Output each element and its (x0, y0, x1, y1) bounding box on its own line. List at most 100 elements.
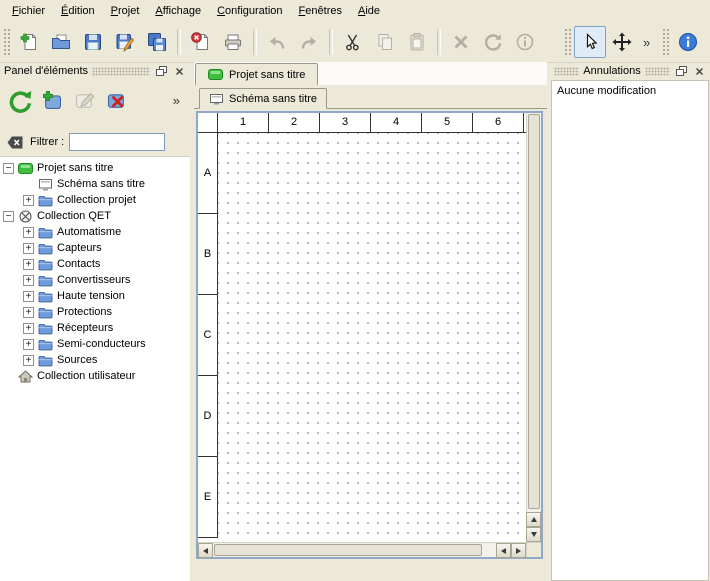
collapse-icon[interactable]: − (3, 211, 14, 222)
tree-item-convertisseurs[interactable]: + Convertisseurs (0, 272, 190, 288)
vertical-scrollbar[interactable] (526, 113, 541, 542)
tab-schema-sans-titre[interactable]: Schéma sans titre (199, 88, 327, 109)
move-tool-button[interactable] (606, 26, 638, 58)
tree-item-semi-conducteurs[interactable]: + Semi-conducteurs (0, 336, 190, 352)
float-panel-button[interactable] (674, 65, 688, 78)
expand-icon[interactable]: + (23, 291, 34, 302)
tree-item-sources[interactable]: + Sources (0, 352, 190, 368)
qet-collection-icon (18, 210, 33, 223)
about-element-button[interactable] (509, 26, 541, 58)
menu-fichier[interactable]: Fichier (4, 2, 53, 20)
tab-projet-sans-titre[interactable]: Projet sans titre (195, 63, 318, 85)
rotate-button[interactable] (477, 26, 509, 58)
close-panel-button[interactable] (692, 65, 706, 78)
undo-panel-title: Annulations (583, 65, 641, 77)
folder-icon (38, 274, 53, 287)
new-element-button[interactable] (39, 87, 66, 114)
horizontal-scrollbar[interactable] (198, 542, 526, 557)
copy-button[interactable] (369, 26, 401, 58)
folder-icon (38, 226, 53, 239)
save-all-button[interactable] (141, 26, 173, 58)
tree-item-label: Récepteurs (57, 322, 113, 334)
undo-panel-titlebar[interactable]: Annulations (550, 62, 710, 80)
scroll-right-button[interactable] (511, 543, 526, 558)
elements-toolbar-overflow-button[interactable]: » (168, 93, 185, 108)
info-button[interactable] (672, 26, 704, 58)
expand-icon[interactable]: + (23, 275, 34, 286)
undo-button[interactable] (261, 26, 293, 58)
select-tool-button[interactable] (574, 26, 606, 58)
tree-item-contacts[interactable]: + Contacts (0, 256, 190, 272)
close-panel-button[interactable] (172, 65, 186, 78)
redo-button[interactable] (293, 26, 325, 58)
expand-icon[interactable]: + (23, 243, 34, 254)
scroll-up-button[interactable] (526, 512, 541, 527)
menu-projet[interactable]: Projet (103, 2, 148, 20)
elements-panel: Panel d'éléments (0, 62, 190, 581)
vertical-scroll-buttons (526, 512, 541, 542)
toolbar-overflow-button[interactable]: » (638, 35, 655, 50)
toolbar-drag-handle[interactable] (662, 28, 669, 56)
expand-icon[interactable]: + (23, 307, 34, 318)
menu-fenetres[interactable]: Fenêtres (291, 2, 350, 20)
close-project-button[interactable] (185, 26, 217, 58)
tree-item-schema-sans-titre[interactable]: Schéma sans titre (0, 176, 190, 192)
cursor-arrow-icon (579, 31, 601, 53)
undo-history-list[interactable]: Aucune modification (551, 80, 709, 581)
filter-input[interactable] (69, 133, 165, 151)
toolbar-drag-handle[interactable] (3, 28, 10, 56)
new-project-button[interactable] (13, 26, 45, 58)
tree-item-haute-tension[interactable]: + Haute tension (0, 288, 190, 304)
expand-icon[interactable]: + (23, 227, 34, 238)
schema-canvas[interactable] (218, 133, 526, 542)
tree-item-automatisme[interactable]: + Automatisme (0, 224, 190, 240)
tree-item-recepteurs[interactable]: + Récepteurs (0, 320, 190, 336)
ruler-column: 5 (422, 113, 473, 133)
expand-icon[interactable]: + (23, 195, 34, 206)
tree-item-label: Collection utilisateur (37, 370, 135, 382)
paste-button[interactable] (401, 26, 433, 58)
menu-aide[interactable]: Aide (350, 2, 388, 20)
delete-button[interactable] (445, 26, 477, 58)
expand-icon[interactable]: + (23, 259, 34, 270)
expand-icon[interactable]: + (23, 355, 34, 366)
folder-icon (38, 306, 53, 319)
print-button[interactable] (217, 26, 249, 58)
folder-icon (38, 338, 53, 351)
collapse-icon[interactable]: − (3, 163, 14, 174)
tree-item-collection-utilisateur[interactable]: Collection utilisateur (0, 368, 190, 384)
save-as-button[interactable] (109, 26, 141, 58)
delete-element-button[interactable] (103, 87, 130, 114)
print-icon (222, 31, 244, 53)
open-project-button[interactable] (45, 26, 77, 58)
cut-button[interactable] (337, 26, 369, 58)
vertical-scroll-thumb[interactable] (528, 114, 540, 509)
save-button[interactable] (77, 26, 109, 58)
horizontal-scroll-thumb[interactable] (214, 544, 482, 556)
edit-element-button[interactable] (71, 87, 98, 114)
menu-affichage[interactable]: Affichage (147, 2, 209, 20)
tree-item-capteurs[interactable]: + Capteurs (0, 240, 190, 256)
tree-item-collection-qet[interactable]: − Collection QET (0, 208, 190, 224)
tree-item-label: Contacts (57, 258, 100, 270)
horizontal-scroll-track[interactable] (213, 543, 496, 557)
menubar: Fichier Édition Projet Affichage Configu… (0, 0, 710, 22)
menu-configuration[interactable]: Configuration (209, 2, 290, 20)
schema-tab-label: Schéma sans titre (229, 93, 317, 105)
tree-item-protections[interactable]: + Protections (0, 304, 190, 320)
tree-item-label: Convertisseurs (57, 274, 130, 286)
reload-collections-button[interactable] (5, 86, 34, 115)
tree-item-collection-projet[interactable]: + Collection projet (0, 192, 190, 208)
elements-panel-titlebar[interactable]: Panel d'éléments (0, 62, 190, 80)
clear-filter-button[interactable] (5, 134, 25, 151)
scroll-down-button[interactable] (526, 527, 541, 542)
expand-icon[interactable]: + (23, 339, 34, 350)
scroll-left-button[interactable] (496, 543, 511, 558)
expand-icon[interactable]: + (23, 323, 34, 334)
menu-edition[interactable]: Édition (53, 2, 103, 20)
toolbar-drag-handle[interactable] (564, 28, 571, 56)
toolbar-separator (329, 29, 333, 55)
tree-item-projet-sans-titre[interactable]: − Projet sans titre (0, 160, 190, 176)
float-panel-button[interactable] (154, 65, 168, 78)
scroll-left-button[interactable] (198, 543, 213, 558)
